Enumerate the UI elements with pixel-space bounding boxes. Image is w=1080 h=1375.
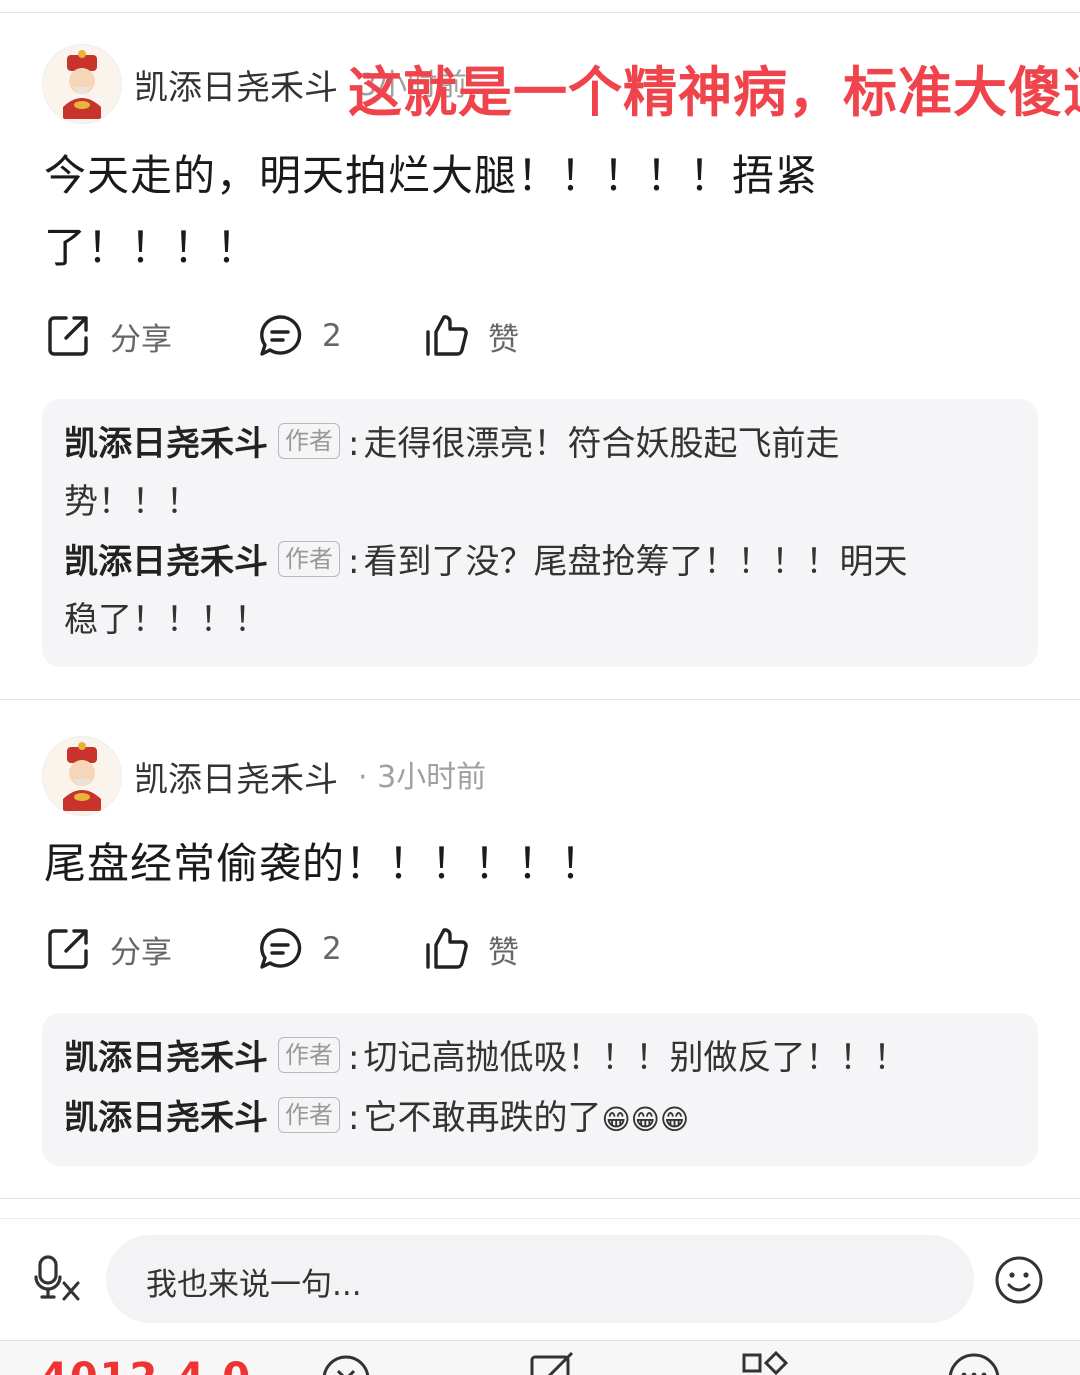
share-button[interactable]: 分享 bbox=[44, 919, 172, 979]
reply-list: 凯添日尧禾斗 作者: 走得很漂亮！符合妖股起飞前走 势！！！ 凯添日尧禾斗 作者: 看到… bbox=[42, 399, 1038, 667]
caishen-avatar-icon bbox=[43, 45, 121, 123]
reply-text: 走得很漂亮！符合妖股起飞前走 bbox=[363, 424, 840, 464]
reply-item[interactable]: 凯添日尧禾斗 作者: 它不敢再跌的了😁😁😁 bbox=[64, 1089, 1004, 1149]
post-divider bbox=[0, 699, 1080, 700]
comment-count: 2 bbox=[322, 318, 342, 354]
share-label: 分享 bbox=[110, 934, 172, 971]
thumbs-up-icon bbox=[426, 315, 468, 356]
share-icon bbox=[48, 316, 88, 356]
edit-icon[interactable] bbox=[528, 1349, 584, 1375]
comment-button[interactable]: 2 bbox=[256, 306, 342, 366]
post-body: 今天走的，明天拍烂大腿！！！！！捂紧 了！！！！ bbox=[44, 140, 894, 284]
author-badge: 作者 bbox=[278, 1037, 340, 1073]
voice-translate-icon bbox=[34, 1255, 80, 1301]
reply-text: 稳了！！！！ bbox=[64, 600, 268, 640]
reply-item[interactable]: 凯添日尧禾斗 作者: 看到了没？尾盘抢筹了！！！！明天 稳了！！！！ bbox=[64, 533, 1004, 649]
reply-separator: : bbox=[348, 1038, 360, 1078]
emoji-button[interactable] bbox=[994, 1255, 1044, 1309]
reply-separator: : bbox=[348, 542, 360, 582]
reply-separator: : bbox=[348, 1098, 360, 1138]
comment-button[interactable]: 2 bbox=[256, 919, 342, 979]
author-name[interactable]: 凯添日尧禾斗 bbox=[134, 60, 338, 109]
reply-text: 势！！！ bbox=[64, 482, 200, 522]
comment-input-placeholder: 我也来说一句... bbox=[146, 1267, 362, 1303]
voice-translate-button[interactable] bbox=[34, 1255, 84, 1307]
reply-list: 凯添日尧禾斗 作者: 切记高抛低吸！！！别做反了！！！ 凯添日尧禾斗 作者: 它不敢再跌… bbox=[42, 1013, 1038, 1166]
reply-author[interactable]: 凯添日尧禾斗 bbox=[64, 1098, 268, 1138]
share-label: 分享 bbox=[110, 321, 172, 358]
like-button[interactable]: 赞 bbox=[422, 919, 519, 979]
smiley-icon bbox=[995, 1256, 1043, 1304]
post-divider bbox=[0, 1198, 1080, 1199]
share-icon bbox=[48, 929, 88, 969]
like-label: 赞 bbox=[488, 321, 519, 358]
post-body: 尾盘经常偷袭的！！！！！！ bbox=[44, 828, 894, 900]
reply-author[interactable]: 凯添日尧禾斗 bbox=[64, 1038, 268, 1078]
reply-author[interactable]: 凯添日尧禾斗 bbox=[64, 542, 268, 582]
reply-author[interactable]: 凯添日尧禾斗 bbox=[64, 424, 268, 464]
post-time: · 3小时前 bbox=[358, 760, 487, 795]
thumbs-up-icon bbox=[426, 928, 468, 969]
grin-emoji-icon: 😁😁😁 bbox=[601, 1103, 690, 1136]
author-badge: 作者 bbox=[278, 1097, 340, 1133]
favorite-cancel-icon[interactable] bbox=[314, 1349, 374, 1375]
reply-text: 切记高抛低吸！！！别做反了！！！ bbox=[363, 1038, 908, 1078]
like-button[interactable]: 赞 bbox=[422, 306, 519, 366]
comment-count: 2 bbox=[322, 931, 342, 967]
avatar[interactable] bbox=[42, 44, 122, 124]
author-badge: 作者 bbox=[278, 423, 340, 459]
caishen-avatar-icon bbox=[43, 737, 121, 815]
reply-item[interactable]: 凯添日尧禾斗 作者: 走得很漂亮！符合妖股起飞前走 势！！！ bbox=[64, 415, 1004, 531]
more-icon[interactable] bbox=[946, 1349, 1002, 1375]
reply-text: 看到了没？尾盘抢筹了！！！！明天 bbox=[363, 542, 908, 582]
avatar[interactable] bbox=[42, 736, 122, 816]
reply-text: 它不敢再跌的了 bbox=[363, 1098, 602, 1138]
overlay-annotation: 这就是一个精神病，标准大傻逼 bbox=[348, 61, 1080, 124]
like-label: 赞 bbox=[488, 934, 519, 971]
post-actions: 分享 2 赞 bbox=[44, 919, 604, 979]
share-button[interactable]: 分享 bbox=[44, 306, 172, 366]
comment-icon bbox=[260, 928, 302, 969]
bottom-navigation: 4012.4 0 bbox=[0, 1340, 1080, 1375]
reply-item[interactable]: 凯添日尧禾斗 作者: 切记高抛低吸！！！别做反了！！！ bbox=[64, 1029, 1004, 1087]
post-actions: 分享 2 赞 bbox=[44, 306, 604, 366]
top-divider bbox=[0, 12, 1080, 13]
apps-icon[interactable] bbox=[740, 1349, 792, 1375]
comment-input[interactable]: 我也来说一句... bbox=[106, 1235, 974, 1323]
comment-composer: 我也来说一句... bbox=[0, 1218, 1080, 1341]
author-badge: 作者 bbox=[278, 541, 340, 577]
index-price[interactable]: 4012.4 0 bbox=[40, 1355, 252, 1375]
comment-icon bbox=[260, 315, 302, 356]
post-body-line: 今天走的，明天拍烂大腿！！！！！捂紧 bbox=[44, 151, 819, 200]
reply-separator: : bbox=[348, 424, 360, 464]
post-body-line: 尾盘经常偷袭的！！！！！！ bbox=[44, 839, 604, 888]
author-name[interactable]: 凯添日尧禾斗 bbox=[134, 752, 338, 801]
post-body-line: 了！！！！ bbox=[44, 223, 260, 272]
